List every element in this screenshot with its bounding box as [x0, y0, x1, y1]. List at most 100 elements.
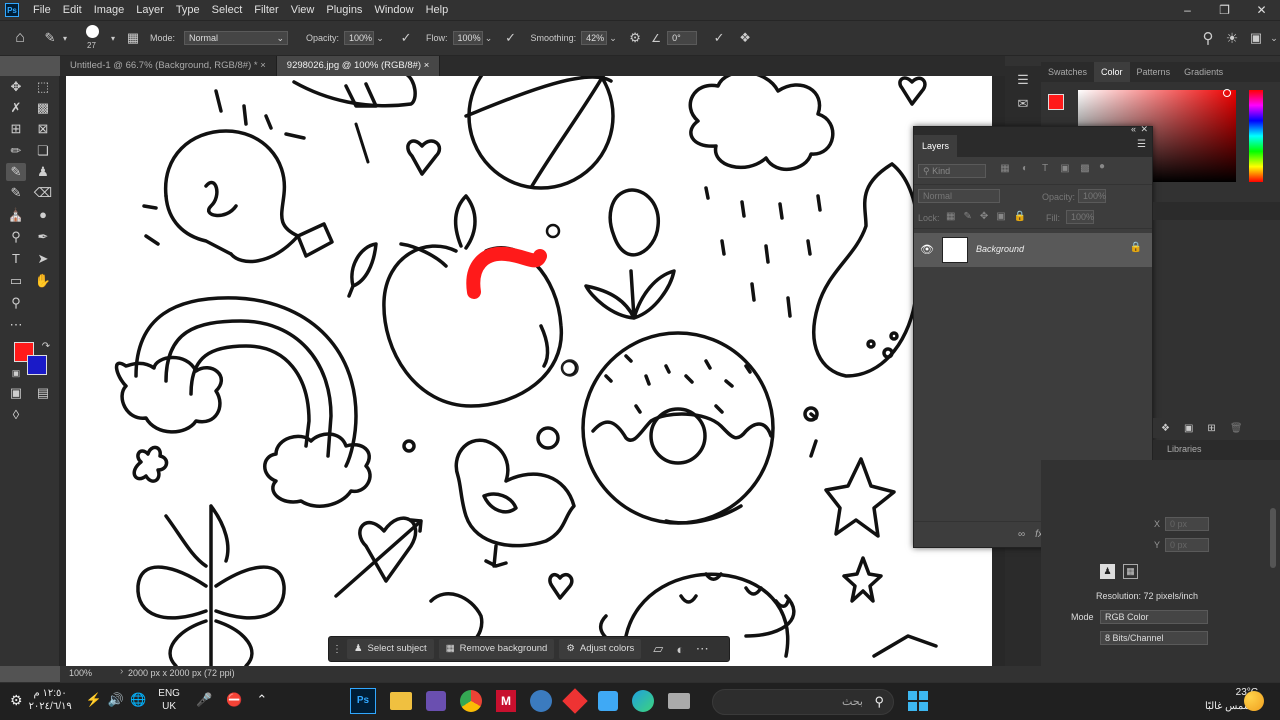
menu-help[interactable]: Help: [420, 4, 455, 16]
link-icon[interactable]: ∞: [1018, 529, 1025, 540]
airbrush-icon[interactable]: ✓: [501, 30, 521, 46]
chrome-icon[interactable]: [460, 690, 482, 712]
app-window-icon[interactable]: [668, 693, 690, 709]
layers-tab[interactable]: Layers: [914, 135, 958, 157]
tab-gradients[interactable]: Gradients: [1177, 62, 1230, 82]
edge-icon[interactable]: [632, 690, 654, 712]
language-indicator[interactable]: ENG UK: [158, 687, 180, 713]
pen-tool-icon[interactable]: ✒: [33, 228, 53, 246]
dodge-tool-icon[interactable]: ⚲: [6, 228, 26, 246]
landscape-orientation-icon[interactable]: ▦: [1123, 564, 1138, 579]
menu-view[interactable]: View: [285, 4, 321, 16]
workspace-icon[interactable]: ▣: [1244, 30, 1268, 46]
close-icon[interactable]: ×: [424, 60, 430, 71]
home-icon[interactable]: ⌂: [0, 29, 40, 47]
crop-tool-icon[interactable]: ⊞: [6, 120, 26, 138]
pressure-opacity-icon[interactable]: ✓: [396, 30, 416, 46]
chevron-down-icon[interactable]: ⌄: [374, 33, 386, 44]
anydesk-icon[interactable]: [562, 688, 588, 714]
chevron-down-icon[interactable]: ⌄: [483, 33, 495, 44]
adjust-colors-button[interactable]: ⚙ Adjust colors: [559, 639, 642, 659]
adjustment-filter-icon[interactable]: ◐: [1018, 163, 1032, 174]
adjustment-layer-icon[interactable]: ◐: [669, 642, 691, 657]
generative-icon[interactable]: ◊: [6, 406, 26, 424]
background-color-swatch[interactable]: [27, 355, 47, 375]
document-canvas[interactable]: [66, 76, 992, 666]
python-icon[interactable]: [530, 690, 552, 712]
brush-tool-icon[interactable]: ✎: [40, 30, 60, 46]
color-panel-foreground[interactable]: [1048, 94, 1064, 110]
layer-name[interactable]: Background: [976, 244, 1024, 254]
history-brush-tool-icon[interactable]: ✎: [6, 184, 26, 202]
filter-toggle-icon[interactable]: ●: [1097, 161, 1107, 172]
chevron-down-icon[interactable]: ⌄: [1268, 33, 1280, 44]
eyedropper-tool-icon[interactable]: ✏: [6, 142, 26, 160]
fill-input[interactable]: 100%: [1066, 210, 1094, 224]
minimize-icon[interactable]: –: [1169, 0, 1206, 20]
clone-stamp-tool-icon[interactable]: ♟: [33, 163, 53, 181]
tab-patterns[interactable]: Patterns: [1130, 62, 1178, 82]
file-explorer-icon[interactable]: [390, 692, 412, 710]
quick-mask-icon[interactable]: ▣: [6, 384, 26, 402]
discover-icon[interactable]: ☀: [1220, 30, 1244, 47]
pixel-filter-icon[interactable]: ▦: [998, 163, 1012, 174]
menu-type[interactable]: Type: [170, 4, 206, 16]
brush-tool-icon[interactable]: ✎: [6, 163, 26, 181]
spot-healing-tool-icon[interactable]: ❏: [33, 142, 53, 160]
camera-off-icon[interactable]: ⛔: [226, 692, 242, 708]
layers-panel-titlebar[interactable]: « ✕: [914, 124, 1152, 135]
chevron-down-icon[interactable]: ▾: [60, 34, 70, 43]
object-selection-tool-icon[interactable]: ▩: [33, 99, 53, 117]
marquee-tool-icon[interactable]: ⬚: [33, 78, 53, 96]
screen-mode-icon[interactable]: ▤: [33, 384, 53, 402]
battery-icon[interactable]: ⚡: [86, 692, 102, 708]
photoshop-taskbar-icon[interactable]: Ps: [350, 688, 376, 714]
store-icon[interactable]: [598, 691, 618, 711]
menu-select[interactable]: Select: [206, 4, 249, 16]
path-selection-tool-icon[interactable]: ➤: [33, 250, 53, 268]
drag-handle-icon[interactable]: ⋮: [332, 644, 342, 655]
chevron-down-icon[interactable]: ▾: [108, 34, 118, 43]
tab-9298026[interactable]: 9298026.jpg @ 100% (RGB/8#) ×: [276, 56, 441, 76]
pressure-size-icon[interactable]: ✓: [707, 30, 731, 46]
select-subject-button[interactable]: ♟ Select subject: [347, 639, 434, 659]
zoom-tool-icon[interactable]: ⚲: [6, 294, 26, 312]
color-picker-marker[interactable]: [1223, 89, 1231, 97]
close-icon[interactable]: ✕: [1140, 124, 1148, 135]
mcafee-icon[interactable]: M: [496, 690, 516, 712]
chevron-up-icon[interactable]: ⌃: [256, 692, 267, 708]
network-icon[interactable]: 🌐: [130, 692, 146, 708]
windows-start-icon[interactable]: [908, 691, 928, 711]
new-layer-icon[interactable]: ⊞: [1207, 423, 1215, 434]
microphone-icon[interactable]: 🎤: [196, 692, 212, 708]
menu-edit[interactable]: Edit: [57, 4, 88, 16]
settings-icon[interactable]: ⚙: [10, 692, 23, 709]
rectangle-tool-icon[interactable]: ▭: [6, 272, 26, 290]
lock-icon[interactable]: 🔒: [1130, 242, 1142, 253]
brush-settings-icon[interactable]: ▦: [122, 30, 144, 46]
mask-icon[interactable]: ▣: [1184, 423, 1193, 434]
blur-tool-icon[interactable]: ●: [33, 206, 53, 224]
close-icon[interactable]: ✕: [1243, 0, 1280, 20]
menu-filter[interactable]: Filter: [248, 4, 284, 16]
opacity-input[interactable]: 100%: [344, 31, 375, 45]
angle-input[interactable]: 0°: [667, 31, 698, 45]
adjustment-icon[interactable]: ❖: [1161, 423, 1170, 434]
lock-icons[interactable]: ▦✎✥▣🔒: [946, 211, 1034, 222]
menu-window[interactable]: Window: [368, 4, 419, 16]
tab-swatches[interactable]: Swatches: [1041, 62, 1094, 82]
type-filter-icon[interactable]: T: [1038, 163, 1052, 174]
symmetry-icon[interactable]: ❖: [733, 30, 757, 46]
menu-layer[interactable]: Layer: [130, 4, 170, 16]
clock-date[interactable]: ٢٠٢٤/٦/١٩: [29, 700, 72, 713]
search-icon[interactable]: ⚲: [1196, 29, 1220, 47]
eye-icon[interactable]: 👁: [920, 243, 934, 256]
mode-select[interactable]: Normal ⌄: [184, 31, 289, 45]
eraser-tool-icon[interactable]: ⌫: [33, 184, 53, 202]
layer-opacity-input[interactable]: 100%: [1078, 189, 1106, 203]
gear-icon[interactable]: ⚙: [625, 30, 645, 46]
move-tool-icon[interactable]: ✥: [6, 78, 26, 96]
trash-icon[interactable]: 🗑: [1230, 423, 1243, 434]
flow-input[interactable]: 100%: [452, 31, 483, 45]
snipping-tool-icon[interactable]: [426, 691, 446, 711]
